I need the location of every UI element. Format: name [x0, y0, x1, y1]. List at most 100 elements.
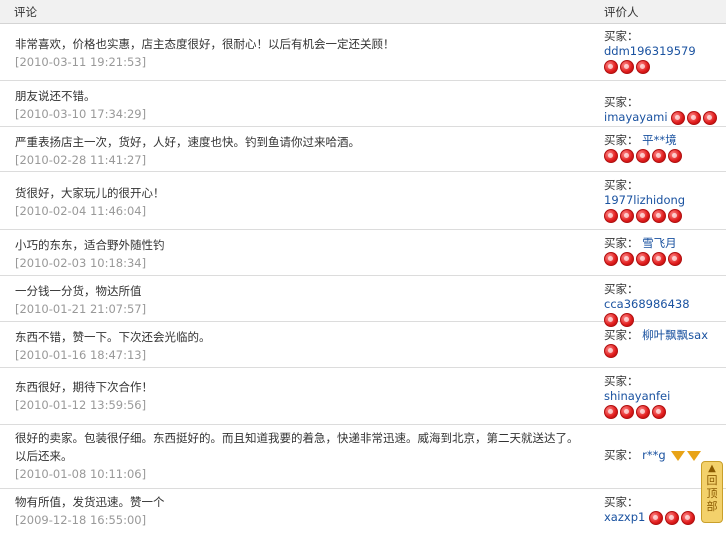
- buyer-name-link[interactable]: 柳叶飘飘sax: [642, 328, 708, 342]
- buyer-name-link[interactable]: 平**境: [642, 133, 677, 147]
- buyer-label: 买家：: [604, 29, 639, 43]
- review-row: 严重表扬店主一次，货好，人好，速度也快。钓到鱼请你过来哈酒。 [2010-02-…: [0, 127, 726, 172]
- rating-hearts: [604, 208, 684, 223]
- heart-icon: [652, 148, 666, 163]
- heart-icon: [652, 404, 666, 419]
- review-date: [2010-01-16 18:47:13]: [15, 348, 147, 362]
- buyer-name-link[interactable]: imayayami: [604, 110, 668, 124]
- heart-icon: [648, 510, 663, 525]
- header-reviewer: 评价人: [604, 5, 639, 19]
- buyer-name-link[interactable]: xazxp1: [604, 510, 645, 524]
- review-row: 物有所值，发货迅速。赞一个 [2009-12-18 16:55:00] 买家： …: [0, 489, 726, 533]
- review-row: 非常喜欢，价格也实惠，店主态度很好，很耐心！以后有机会一定还关顾！ [2010-…: [0, 24, 726, 81]
- heart-icon: [620, 148, 634, 163]
- heart-icon: [620, 208, 634, 223]
- review-date: [2010-02-28 11:41:27]: [15, 153, 147, 167]
- review-row: 货很好，大家玩儿的很开心！ [2010-02-04 11:46:04] 买家： …: [0, 172, 726, 230]
- buyer-name-link[interactable]: cca368986438: [604, 297, 690, 311]
- review-text: 物有所值，发货迅速。赞一个: [15, 495, 165, 509]
- review-row: 一分钱一分货，物达所值 [2010-01-21 21:07:57] 买家： cc…: [0, 276, 726, 327]
- heart-icon: [652, 251, 666, 266]
- rating-hearts: [604, 251, 684, 266]
- review-date: [2010-03-10 17:34:29]: [15, 107, 147, 121]
- review-row: 很好的卖家。包装很仔细。东西挺好的。而且知道我要的着急，快递非常迅速。威海到北京…: [0, 425, 726, 489]
- heart-icon: [636, 59, 650, 74]
- buyer-info: 买家： 1977lizhidong: [604, 178, 724, 223]
- heart-icon: [668, 251, 682, 266]
- back-to-top-label: 回顶部: [706, 474, 718, 513]
- heart-icon: [652, 208, 666, 223]
- rating-hearts: [648, 510, 697, 525]
- header-comment: 评论: [14, 5, 37, 19]
- buyer-info: 买家： ddm196319579: [604, 29, 724, 74]
- buyer-info: 买家： shinayanfei: [604, 374, 724, 419]
- up-arrow-icon: ▲: [708, 463, 716, 474]
- rating-hearts: [604, 148, 684, 163]
- heart-icon: [668, 208, 682, 223]
- rating-hearts: [604, 404, 668, 419]
- buyer-label: 买家：: [604, 374, 639, 388]
- buyer-label: 买家：: [604, 282, 639, 296]
- review-text: 很好的卖家。包装很仔细。东西挺好的。而且知道我要的着急，快递非常迅速。威海到北京…: [15, 431, 579, 463]
- buyer-label: 买家：: [604, 95, 639, 109]
- buyer-name-link[interactable]: ddm196319579: [604, 44, 696, 58]
- buyer-label: 买家：: [604, 133, 639, 147]
- buyer-label: 买家：: [604, 495, 639, 509]
- back-to-top-button[interactable]: ▲ 回顶部: [701, 461, 723, 523]
- heart-icon: [703, 110, 718, 125]
- review-row: 朋友说还不错。 [2010-03-10 17:34:29] 买家： imayay…: [0, 81, 726, 127]
- rating-hearts: [671, 110, 719, 125]
- review-row: 小巧的东东，适合野外随性钓 [2010-02-03 10:18:34] 买家： …: [0, 230, 726, 276]
- buyer-label: 买家：: [604, 328, 639, 342]
- heart-icon: [620, 251, 634, 266]
- heart-icon: [604, 59, 618, 74]
- review-text: 小巧的东东，适合野外随性钓: [15, 238, 165, 252]
- heart-icon: [636, 148, 650, 163]
- buyer-label: 买家：: [604, 236, 639, 250]
- buyer-label: 买家：: [604, 178, 639, 192]
- review-date: [2010-02-03 10:18:34]: [15, 256, 147, 270]
- review-date: [2010-03-11 19:21:53]: [15, 55, 147, 69]
- rating-diamonds: [669, 448, 702, 463]
- buyer-name-link[interactable]: shinayanfei: [604, 389, 670, 403]
- diamond-icon: [671, 450, 686, 461]
- review-text: 东西不错，赞一下。下次还会光临的。: [15, 330, 211, 344]
- review-date: [2010-01-21 21:07:57]: [15, 302, 147, 316]
- buyer-info: 买家： 雪飞月: [604, 236, 724, 266]
- heart-icon: [620, 404, 634, 419]
- heart-icon: [604, 251, 618, 266]
- buyer-name-link[interactable]: 雪飞月: [642, 236, 677, 250]
- buyer-name-link[interactable]: r**g: [642, 448, 666, 462]
- heart-icon: [604, 148, 618, 163]
- review-date: [2009-12-18 16:55:00]: [15, 513, 147, 527]
- heart-icon: [604, 208, 618, 223]
- heart-icon: [664, 510, 679, 525]
- rating-hearts: [604, 343, 620, 358]
- table-header: 评论 评价人: [0, 0, 726, 24]
- heart-icon: [671, 110, 686, 125]
- heart-icon: [636, 251, 650, 266]
- review-date: [2010-02-04 11:46:04]: [15, 204, 147, 218]
- review-row: 东西不错，赞一下。下次还会光临的。 [2010-01-16 18:47:13] …: [0, 322, 726, 368]
- buyer-label: 买家：: [604, 448, 639, 462]
- review-text: 朋友说还不错。: [15, 89, 96, 103]
- review-text: 货很好，大家玩儿的很开心！: [15, 186, 165, 200]
- review-row: 东西很好，期待下次合作！ [2010-01-12 13:59:56] 买家： s…: [0, 368, 726, 425]
- rating-hearts: [604, 59, 652, 74]
- review-date: [2010-01-08 10:11:06]: [15, 467, 147, 481]
- heart-icon: [604, 343, 618, 358]
- heart-icon: [620, 59, 634, 74]
- buyer-info: 买家： cca368986438: [604, 282, 724, 327]
- review-text: 非常喜欢，价格也实惠，店主态度很好，很耐心！以后有机会一定还关顾！: [15, 37, 395, 51]
- buyer-name-link[interactable]: 1977lizhidong: [604, 193, 685, 207]
- buyer-info: 买家： 平**境: [604, 133, 724, 163]
- review-date: [2010-01-12 13:59:56]: [15, 398, 147, 412]
- heart-icon: [636, 208, 650, 223]
- heart-icon: [687, 110, 702, 125]
- review-text: 一分钱一分货，物达所值: [15, 284, 142, 298]
- heart-icon: [680, 510, 695, 525]
- review-text: 东西很好，期待下次合作！: [15, 380, 153, 394]
- review-text: 严重表扬店主一次，货好，人好，速度也快。钓到鱼请你过来哈酒。: [15, 135, 360, 149]
- heart-icon: [636, 404, 650, 419]
- buyer-info: 买家： imayayami: [604, 95, 724, 125]
